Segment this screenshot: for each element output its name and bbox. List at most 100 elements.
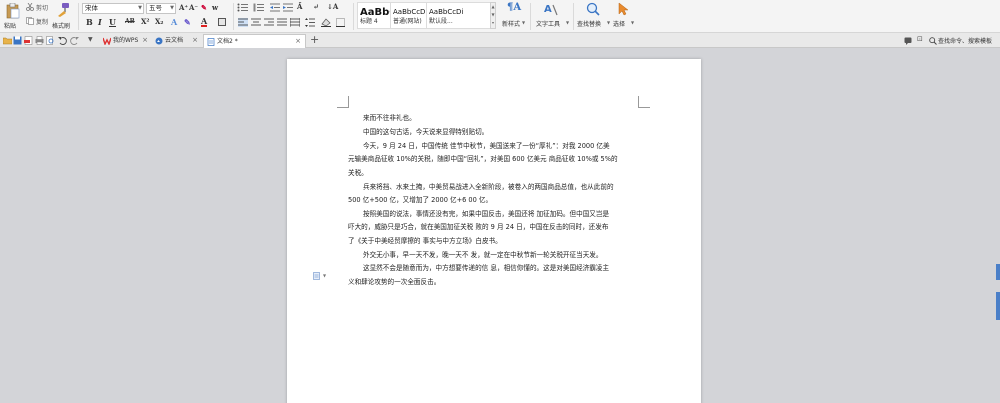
format-painter-button[interactable]: 格式刷: [52, 2, 74, 31]
increase-indent-icon[interactable]: [283, 3, 293, 12]
paragraph-line[interactable]: 了《关于中美经贸摩擦的 事实与中方立场》白皮书。: [348, 235, 502, 245]
highlight-icon[interactable]: ✎: [184, 17, 191, 27]
find-replace-label: 查找替换: [577, 21, 602, 28]
print-icon[interactable]: [35, 36, 44, 45]
phonetic-icon[interactable]: w: [212, 3, 218, 12]
distributed-align-icon[interactable]: [290, 18, 300, 27]
style-name: 标题 4: [360, 18, 378, 25]
show-marks-icon[interactable]: ↵: [313, 2, 319, 11]
bullet-list-icon[interactable]: [237, 3, 249, 12]
tab-document2[interactable]: 文档2 * ×: [203, 34, 306, 48]
superscript-icon[interactable]: X²: [141, 17, 150, 26]
shading-icon[interactable]: [321, 18, 331, 27]
document-page[interactable]: 来而不往非礼也。 中国的这句古话，今天说来显得特别贴切。 今天，9 月 24 日…: [287, 59, 701, 403]
text-tools-button[interactable]: A 文字工具 ▼: [535, 2, 569, 31]
bold-icon[interactable]: B: [86, 17, 93, 27]
paragraph-line[interactable]: 500 亿+500 亿，又增加了 2000 亿+6 00 亿。: [348, 194, 492, 204]
command-search-input[interactable]: 查找命令、搜索模板: [938, 36, 992, 45]
text-tools-label: 文字工具: [536, 21, 561, 28]
font-size-select[interactable]: 五号 ▼: [146, 3, 176, 14]
font-name-select[interactable]: 宋体 ▼: [82, 3, 144, 14]
format-painter-icon: [58, 3, 69, 17]
paragraph-line[interactable]: 按照美国的说法，事情还没有完，如果中国反击，美国还将 加征加码。但中国又岂是: [363, 208, 609, 218]
undo-icon[interactable]: [58, 36, 67, 45]
wps-logo-icon: [103, 37, 111, 45]
new-tab-button[interactable]: +: [310, 33, 319, 47]
align-left-icon[interactable]: [238, 18, 248, 27]
paragraph-layout-icon: [313, 272, 320, 280]
document-icon: [207, 38, 215, 46]
paragraph-line[interactable]: 外交无小事，早一天不发，晚一天不 发，就一定在中秋节新一轮关税开征当天发。: [363, 249, 602, 259]
select-label: 选择: [613, 21, 626, 28]
svg-text:A: A: [544, 4, 552, 15]
font-color-icon[interactable]: A: [201, 17, 208, 27]
tab-my-wps[interactable]: 我的WPS ×: [100, 34, 152, 48]
new-style-icon: ¶A: [507, 2, 522, 13]
justify-icon[interactable]: [277, 18, 287, 27]
paste-icon: [6, 3, 20, 19]
char-border-icon[interactable]: [218, 18, 226, 26]
chevron-down-icon: ▼: [170, 5, 174, 11]
paragraph-layout-handle[interactable]: ▼: [313, 272, 327, 281]
paragraph-group: A̋ ↵ ↓A: [235, 0, 353, 33]
clipboard-group: 粘贴 剪切 复制 格式刷: [0, 0, 76, 33]
close-icon[interactable]: ×: [295, 35, 301, 48]
chinese-layout-icon[interactable]: A̋: [297, 2, 302, 11]
strikethrough-icon[interactable]: AB: [125, 18, 135, 25]
select-button[interactable]: 选择 ▼: [612, 2, 634, 31]
new-style-button[interactable]: ¶A 新样式 ▼: [499, 2, 527, 31]
paragraph-line[interactable]: 来而不往非礼也。: [363, 112, 416, 122]
style-preview: AaBbCcDi: [429, 8, 464, 16]
align-center-icon[interactable]: [251, 18, 261, 27]
tab-label: 文档2 *: [217, 38, 238, 45]
find-replace-button[interactable]: 查找替换 ▼: [576, 2, 610, 31]
cut-button[interactable]: 剪切: [26, 3, 50, 13]
document-tab-bar: ▼ 我的WPS × 云文档 × 文档2 * × + ⊡ 查找命令、搜索模板: [0, 33, 1000, 48]
underline-icon[interactable]: U: [109, 17, 116, 27]
redo-icon[interactable]: [70, 36, 79, 45]
open-folder-icon[interactable]: [3, 36, 12, 45]
print-preview-icon[interactable]: [46, 36, 55, 45]
text-effect-icon[interactable]: A: [171, 17, 177, 27]
message-icon[interactable]: [904, 37, 912, 45]
styles-scroll[interactable]: ▲ ▼ ▾: [490, 2, 496, 29]
paragraph-line[interactable]: 中国的这句古话，今天说来显得特别贴切。: [363, 126, 488, 136]
copy-label: 复制: [36, 19, 49, 26]
paragraph-line[interactable]: 义和肆论攻势的一次全面反击。: [348, 276, 440, 286]
copy-button[interactable]: 复制: [26, 17, 50, 27]
close-icon[interactable]: ×: [192, 34, 198, 47]
chevron-down-icon: ▼: [138, 5, 142, 11]
grow-font-icon[interactable]: A⁺: [179, 3, 188, 12]
margin-corner-top-left: [337, 96, 349, 108]
italic-icon[interactable]: I: [98, 17, 102, 27]
side-panel-tab[interactable]: [996, 292, 1000, 320]
style-default-paragraph[interactable]: AaBbCcDi 默认段...: [426, 2, 491, 29]
align-right-icon[interactable]: [264, 18, 274, 27]
line-spacing-icon[interactable]: [305, 18, 315, 27]
clear-format-icon[interactable]: ✎: [201, 3, 207, 12]
paragraph-line[interactable]: 兵来将挡、水来土掩，中美贸易战进入全新阶段，被卷入的两国商品总值，也从此前的: [363, 181, 614, 191]
export-pdf-icon[interactable]: [24, 36, 33, 45]
borders-icon[interactable]: [336, 18, 345, 27]
cursor-arrow-icon: [618, 2, 629, 16]
close-icon[interactable]: ×: [142, 34, 148, 47]
paste-button[interactable]: 粘贴: [3, 2, 23, 31]
cut-label: 剪切: [36, 5, 49, 12]
paragraph-line[interactable]: 吓大的，威胁只是巧合，就在美国加征关税 败的 9 月 24 日，中国在反击的同时…: [348, 221, 608, 231]
subscript-icon[interactable]: X₂: [155, 17, 164, 26]
paragraph-line[interactable]: 元输美商品征收 10%的关税，随即中国“回礼”，对美国 600 亿美元 商品征收…: [348, 153, 618, 163]
numbered-list-icon[interactable]: [253, 3, 265, 12]
shrink-font-icon[interactable]: A⁻: [189, 3, 198, 12]
text-tools-icon: A: [544, 4, 558, 16]
paragraph-line[interactable]: 这显然不会是随意而为，中方想要传递的信 息，相信你懂的。这是对美国经济霸凌主: [363, 262, 609, 272]
sort-icon[interactable]: ↓A: [327, 2, 338, 11]
side-panel-tab[interactable]: [996, 264, 1000, 280]
chevron-down-icon: ▼: [631, 20, 635, 25]
save-icon[interactable]: [13, 36, 22, 45]
paragraph-line[interactable]: 今天，9 月 24 日，中国传统 佳节中秋节，美国送来了一份“厚礼”：对我 20…: [363, 140, 610, 150]
customize-toolbar-icon[interactable]: ▼: [88, 36, 93, 43]
tab-cloud-docs[interactable]: 云文档 ×: [152, 34, 202, 48]
help-icon[interactable]: ⊡: [917, 35, 923, 43]
decrease-indent-icon[interactable]: [270, 3, 280, 12]
paragraph-line[interactable]: 关税。: [348, 167, 368, 177]
